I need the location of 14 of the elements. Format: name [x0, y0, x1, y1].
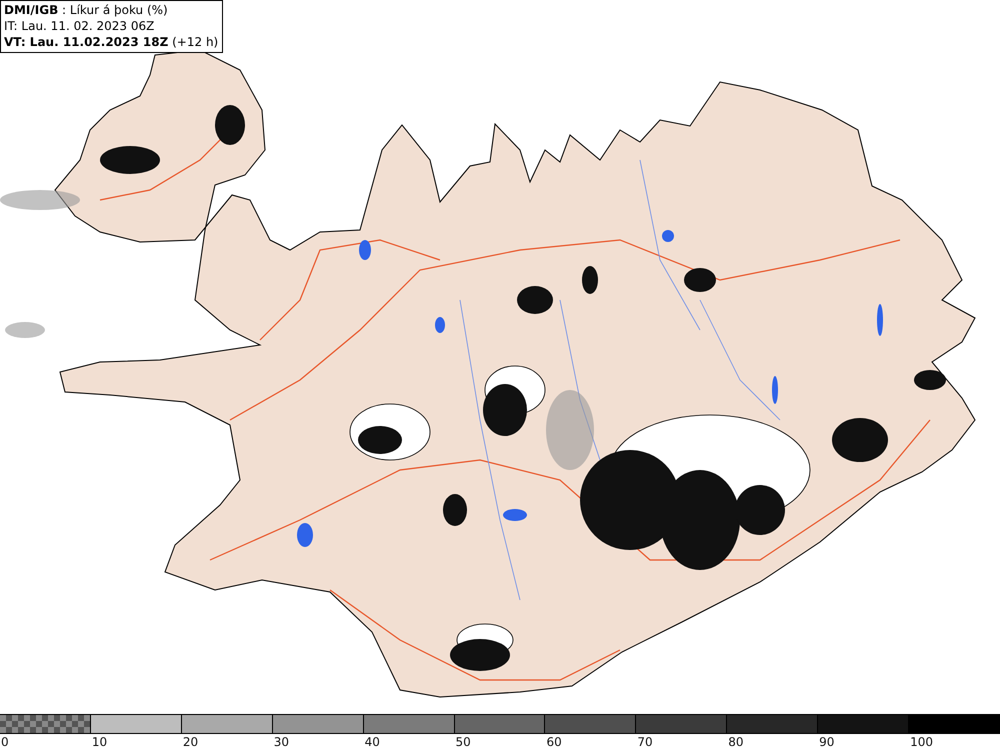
legend-label: 40 [364, 734, 380, 750]
legend-label: 90 [818, 734, 834, 750]
info-text: VT: Lau. 11.02.2023 18Z (+12 h) [4, 34, 218, 50]
legend-label: 80 [727, 734, 744, 750]
legend-label: 100 [909, 734, 933, 750]
legend-label: 70 [636, 734, 653, 750]
legend-label: 20 [182, 734, 198, 750]
legend-label: 0 [0, 734, 9, 750]
info-text: DMI/IGB : Líkur á þoku (%) [4, 2, 169, 18]
legend-label: 60 [545, 734, 562, 750]
legend-label: 10 [90, 734, 108, 750]
legend-label: 50 [454, 734, 471, 750]
legend-label: 30 [272, 734, 289, 750]
info-text: IT: Lau. 11. 02. 2023 06Z [4, 18, 156, 34]
